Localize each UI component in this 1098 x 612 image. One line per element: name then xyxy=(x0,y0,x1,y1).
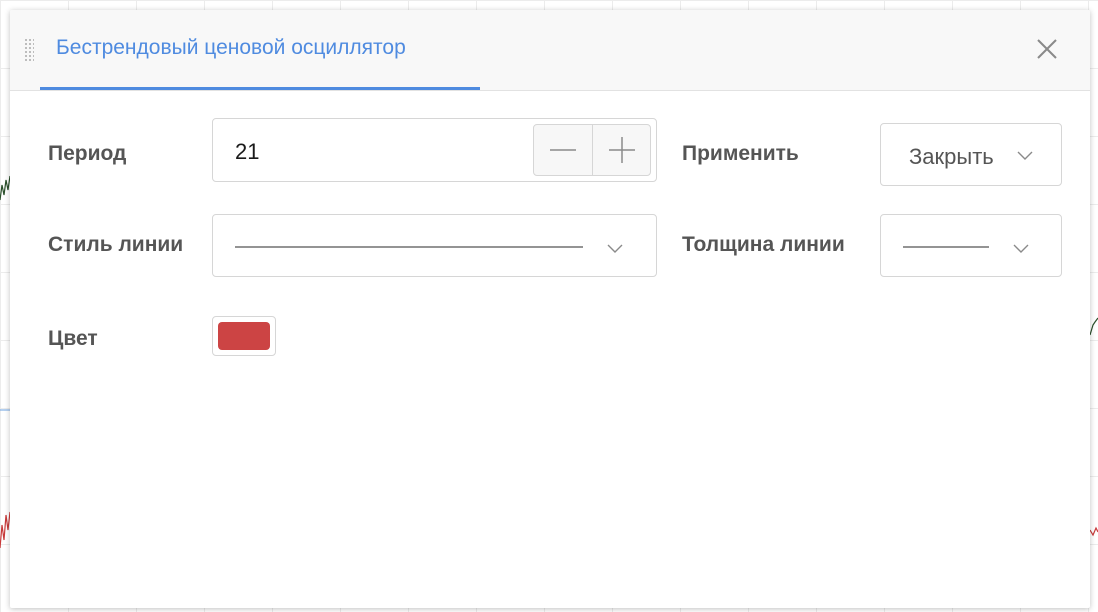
dialog-title: Бестрендовый ценовой осциллятор xyxy=(56,36,406,59)
period-input[interactable]: 21 xyxy=(212,118,657,182)
line-width-label: Толщина линии xyxy=(682,233,845,256)
dialog-header: Бестрендовый ценовой осциллятор xyxy=(10,10,1090,91)
plus-icon xyxy=(609,137,635,163)
drag-handle-icon[interactable] xyxy=(24,38,34,62)
active-tab-indicator xyxy=(40,87,480,90)
apply-label: Применить xyxy=(682,142,799,165)
increment-button[interactable] xyxy=(593,125,651,175)
indicator-settings-dialog: Бестрендовый ценовой осциллятор Период 2… xyxy=(10,10,1090,608)
close-icon[interactable] xyxy=(1032,34,1062,64)
color-label: Цвет xyxy=(48,327,98,350)
decrement-button[interactable] xyxy=(534,125,592,175)
thin-line-icon xyxy=(903,246,989,248)
chevron-down-icon xyxy=(1017,151,1033,160)
period-stepper xyxy=(533,124,651,176)
solid-line-icon xyxy=(235,246,583,248)
line-width-select[interactable] xyxy=(880,214,1062,277)
chevron-down-icon xyxy=(607,244,623,253)
line-style-select[interactable] xyxy=(212,214,657,277)
apply-select-value: Закрыть xyxy=(909,144,994,169)
background-chart-left xyxy=(0,175,10,549)
color-picker[interactable] xyxy=(212,316,276,356)
line-style-label: Стиль линии xyxy=(48,233,184,256)
chevron-down-icon xyxy=(1013,244,1029,253)
period-label: Период xyxy=(48,142,127,165)
color-swatch xyxy=(218,322,270,350)
minus-icon xyxy=(550,149,576,151)
apply-select[interactable]: Закрыть xyxy=(880,123,1062,186)
period-value[interactable]: 21 xyxy=(235,139,259,165)
